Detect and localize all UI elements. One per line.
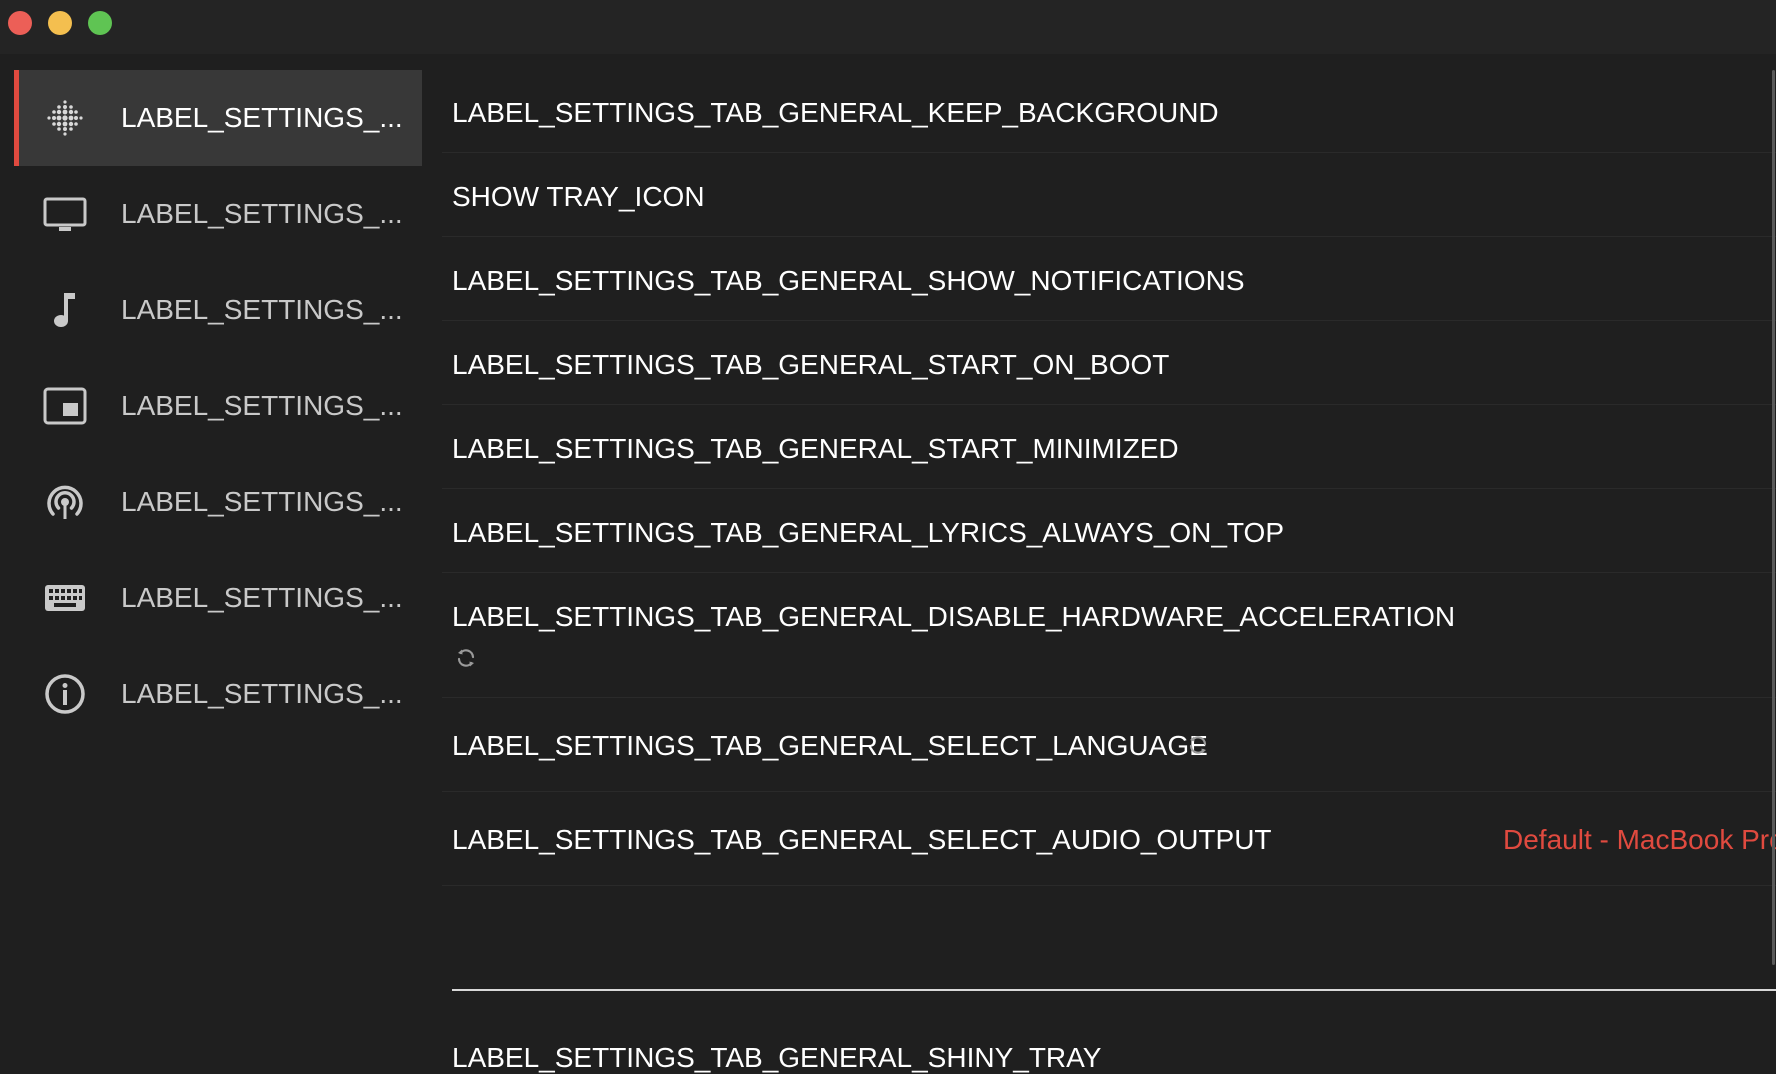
- setting-label: LABEL_SETTINGS_TAB_GENERAL_SELECT_LANGUA…: [452, 730, 1208, 761]
- sidebar-item-label: LABEL_SETTINGS_...: [121, 678, 403, 709]
- monitor-icon: [43, 192, 87, 236]
- setting-label: LABEL_SETTINGS_TAB_GENERAL_START_ON_BOOT: [452, 349, 1170, 380]
- sidebar-item-appearance[interactable]: LABEL_SETTINGS_...: [14, 166, 422, 262]
- setting-row-select-audio-output[interactable]: LABEL_SETTINGS_TAB_GENERAL_SELECT_AUDIO_…: [442, 792, 1776, 886]
- settings-content: LABEL_SETTINGS_TAB_GENERAL_KEEP_BACKGROU…: [442, 70, 1776, 1074]
- maximize-window-button[interactable]: [88, 11, 112, 35]
- setting-label: LABEL_SETTINGS_TAB_GENERAL_SELECT_AUDIO_…: [452, 824, 1272, 855]
- sidebar-item-shortcuts[interactable]: LABEL_SETTINGS_...: [14, 550, 422, 646]
- setting-row-start-on-boot[interactable]: LABEL_SETTINGS_TAB_GENERAL_START_ON_BOOT: [442, 321, 1776, 405]
- keyboard-icon: [43, 576, 87, 620]
- content-scrollbar[interactable]: [1772, 70, 1775, 965]
- sidebar-item-playback[interactable]: LABEL_SETTINGS_...: [14, 262, 422, 358]
- setting-row-lyrics-always-on-top[interactable]: LABEL_SETTINGS_TAB_GENERAL_LYRICS_ALWAYS…: [442, 489, 1776, 573]
- equalizer-dots-icon: [43, 96, 87, 140]
- restart-required-icon: [1186, 733, 1210, 762]
- setting-row-select-language[interactable]: LABEL_SETTINGS_TAB_GENERAL_SELECT_LANGUA…: [442, 698, 1776, 792]
- sidebar-item-general[interactable]: LABEL_SETTINGS_...: [14, 70, 422, 166]
- sidebar-item-label: LABEL_SETTINGS_...: [121, 198, 403, 229]
- sidebar-item-label: LABEL_SETTINGS_...: [121, 102, 403, 133]
- sidebar-item-label: LABEL_SETTINGS_...: [121, 582, 403, 613]
- setting-row-show-tray-icon[interactable]: SHOW TRAY_ICON: [442, 153, 1776, 237]
- setting-row-start-minimized[interactable]: LABEL_SETTINGS_TAB_GENERAL_START_MINIMIZ…: [442, 405, 1776, 489]
- setting-row-shiny-tray[interactable]: LABEL_SETTINGS_TAB_GENERAL_SHINY_TRAY: [442, 1012, 1776, 1074]
- setting-label: LABEL_SETTINGS_TAB_GENERAL_KEEP_BACKGROU…: [452, 97, 1219, 128]
- setting-row-show-notifications[interactable]: LABEL_SETTINGS_TAB_GENERAL_SHOW_NOTIFICA…: [442, 237, 1776, 321]
- setting-row-disable-hardware-acceleration[interactable]: LABEL_SETTINGS_TAB_GENERAL_DISABLE_HARDW…: [442, 573, 1776, 698]
- picture-in-picture-icon: [43, 384, 87, 428]
- sidebar-item-label: LABEL_SETTINGS_...: [121, 390, 403, 421]
- close-window-button[interactable]: [8, 11, 32, 35]
- info-icon: [43, 672, 87, 716]
- setting-row-keep-background[interactable]: LABEL_SETTINGS_TAB_GENERAL_KEEP_BACKGROU…: [442, 70, 1776, 153]
- setting-label: SHOW TRAY_ICON: [452, 181, 705, 212]
- sidebar-item-mini-player[interactable]: LABEL_SETTINGS_...: [14, 358, 422, 454]
- setting-label: LABEL_SETTINGS_TAB_GENERAL_SHOW_NOTIFICA…: [452, 265, 1245, 296]
- setting-label: LABEL_SETTINGS_TAB_GENERAL_START_MINIMIZ…: [452, 433, 1179, 464]
- restart-required-icon: [454, 646, 478, 675]
- setting-label: LABEL_SETTINGS_TAB_GENERAL_DISABLE_HARDW…: [452, 601, 1456, 632]
- podcast-broadcast-icon: [43, 480, 87, 524]
- settings-sidebar: LABEL_SETTINGS_... LABEL_SETTINGS_... LA…: [14, 70, 422, 1050]
- sidebar-item-about[interactable]: LABEL_SETTINGS_...: [14, 646, 422, 742]
- title-bar: [0, 0, 1776, 54]
- sidebar-item-label: LABEL_SETTINGS_...: [121, 486, 403, 517]
- audio-output-select[interactable]: Default - MacBook Pro: [1503, 824, 1776, 856]
- setting-label: LABEL_SETTINGS_TAB_GENERAL_LYRICS_ALWAYS…: [452, 517, 1285, 548]
- setting-label: LABEL_SETTINGS_TAB_GENERAL_SHINY_TRAY: [452, 1042, 1102, 1073]
- music-note-icon: [43, 288, 87, 332]
- section-divider: [452, 989, 1776, 991]
- minimize-window-button[interactable]: [48, 11, 72, 35]
- sidebar-item-label: LABEL_SETTINGS_...: [121, 294, 403, 325]
- sidebar-item-broadcast[interactable]: LABEL_SETTINGS_...: [14, 454, 422, 550]
